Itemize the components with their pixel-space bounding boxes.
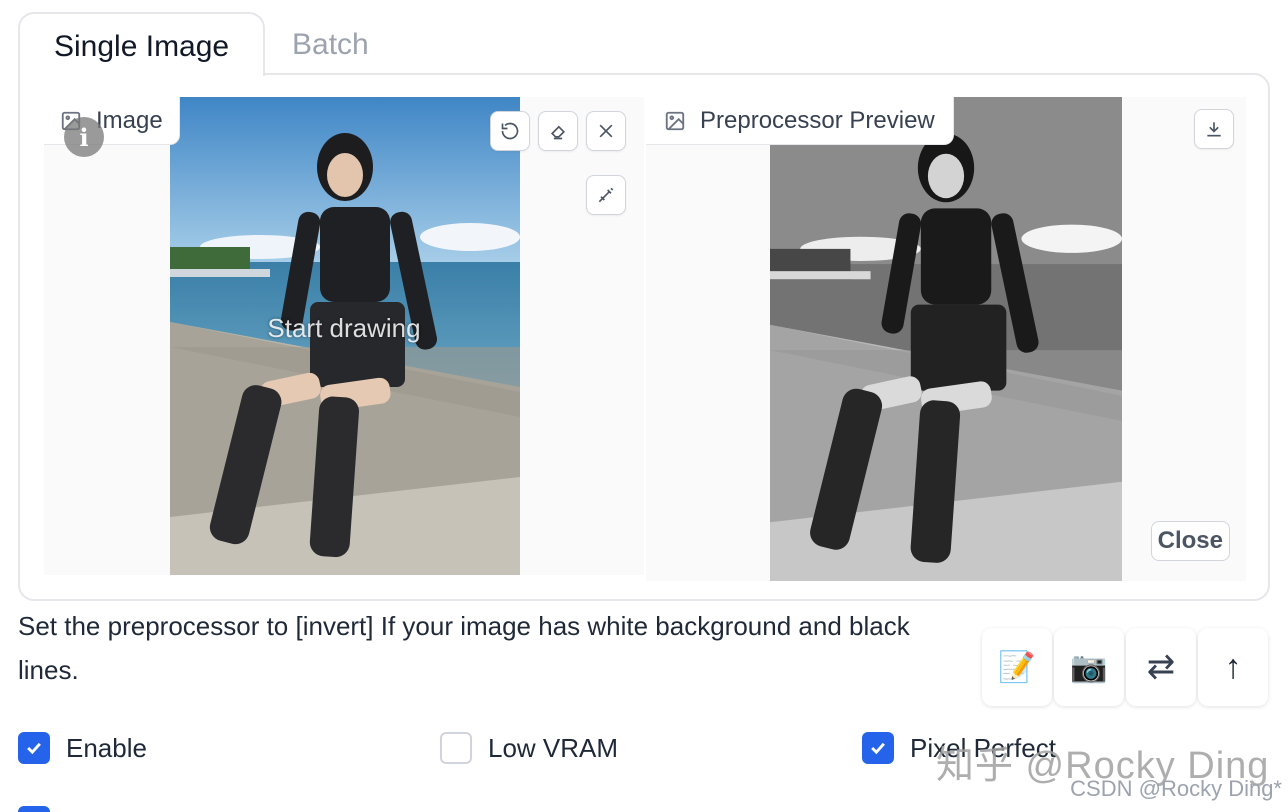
- low-vram-label: Low VRAM: [488, 732, 619, 763]
- eraser-button[interactable]: [538, 111, 578, 151]
- brush-icon: [598, 187, 614, 203]
- tab-batch[interactable]: Batch: [258, 12, 403, 74]
- preview-label-tag: Preprocessor Preview: [646, 97, 954, 145]
- close-preview-button[interactable]: Close: [1150, 521, 1230, 561]
- action-bar: 📝 📷 ⇄ ↑: [982, 628, 1268, 706]
- image-label: Image: [96, 106, 163, 134]
- send-dimensions-button[interactable]: ↑: [1198, 628, 1268, 706]
- checkbox-unchecked-icon[interactable]: [440, 732, 472, 764]
- controlnet-panel: Image i Start drawing Preprocessor Previ…: [18, 73, 1270, 601]
- tab-strip: Single Image Batch: [18, 12, 1270, 76]
- clear-image-button[interactable]: [586, 111, 626, 151]
- brush-button[interactable]: [586, 175, 626, 215]
- preprocessor-hint: Set the preprocessor to [invert] If your…: [18, 611, 910, 685]
- camera-button[interactable]: 📷: [1054, 628, 1124, 706]
- watermark-csdn: CSDN @Rocky Ding*: [1070, 776, 1282, 801]
- undo-button[interactable]: [490, 111, 530, 151]
- swap-icon: ⇄: [1146, 648, 1176, 686]
- checkbox-checked-icon[interactable]: [862, 732, 894, 764]
- next-checkbox-partial: [18, 806, 50, 812]
- notepad-icon: 📝: [998, 650, 1036, 684]
- tab-single-image[interactable]: Single Image: [18, 12, 266, 76]
- enable-label: Enable: [66, 732, 147, 763]
- swap-button[interactable]: ⇄: [1126, 628, 1196, 706]
- info-icon[interactable]: i: [64, 117, 104, 157]
- notepad-button[interactable]: 📝: [982, 628, 1052, 706]
- upload-arrow-icon: ↑: [1224, 647, 1242, 686]
- checkbox-checked-icon[interactable]: [18, 732, 50, 764]
- enable-checkbox[interactable]: Enable: [18, 732, 147, 764]
- eraser-icon: [550, 125, 566, 140]
- preprocessor-preview-block: Preprocessor Preview Close: [646, 97, 1246, 581]
- undo-icon: [501, 122, 519, 140]
- download-button[interactable]: [1194, 109, 1234, 149]
- download-icon: [1207, 122, 1221, 137]
- close-icon: [599, 124, 613, 138]
- start-drawing-overlay: Start drawing: [267, 313, 421, 343]
- image-icon: [664, 110, 686, 132]
- camera-icon: 📷: [1070, 650, 1108, 684]
- image-input-block[interactable]: Image i Start drawing: [44, 97, 644, 575]
- preview-label: Preprocessor Preview: [700, 106, 935, 134]
- low-vram-checkbox[interactable]: Low VRAM: [440, 732, 618, 764]
- preview-photo: [770, 97, 1122, 581]
